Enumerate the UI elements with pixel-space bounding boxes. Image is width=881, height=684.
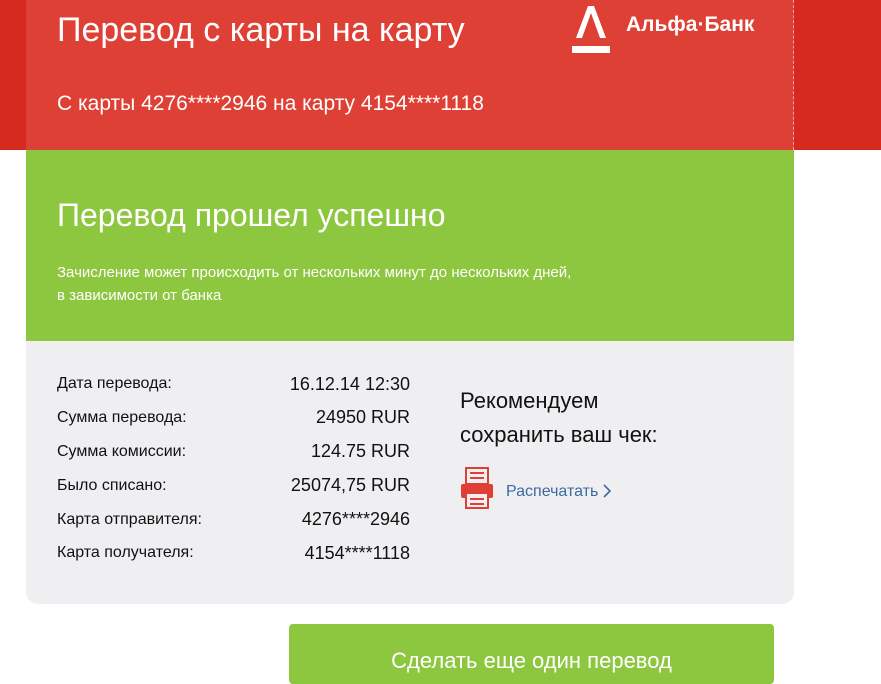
save-receipt-recommendation: Рекомендуем сохранить ваш чек: <box>460 384 740 452</box>
page-title: Перевод с карты на карту <box>57 11 465 49</box>
debited-label: Было списано: <box>57 477 167 494</box>
transfer-amount-value: 24950 RUR <box>315 407 410 427</box>
success-panel <box>26 150 794 341</box>
success-note-line-1: Зачисление может происходить от нескольк… <box>57 264 572 281</box>
commission-value: 124.75 RUR <box>310 441 410 461</box>
printer-icon[interactable] <box>459 466 495 510</box>
success-title: Перевод прошел успешно <box>57 197 446 233</box>
success-note: Зачисление может происходить от нескольк… <box>57 261 657 307</box>
recommend-line-1: Рекомендуем <box>460 388 599 413</box>
transfer-date-value: 16.12.14 12:30 <box>289 374 410 394</box>
commission-label: Сумма комиссии: <box>57 443 187 460</box>
print-receipt-link[interactable]: Распечатать <box>506 482 598 502</box>
recipient-card-value: 4154****1118 <box>304 543 410 563</box>
transfer-cards-subtitle: С карты 4276****2946 на карту 4154****11… <box>57 92 484 115</box>
sender-card-value: 4276****2946 <box>301 509 410 529</box>
alfa-bank-icon <box>572 6 610 53</box>
sender-card-label: Карта отправителя: <box>57 511 202 528</box>
debited-value: 25074,75 RUR <box>290 475 410 495</box>
transfer-amount-label: Сумма перевода: <box>57 409 187 426</box>
transfer-date-label: Дата перевода: <box>57 375 172 392</box>
recipient-card-label: Карта получателя: <box>57 544 194 561</box>
chevron-right-icon[interactable] <box>603 484 611 498</box>
success-note-line-2: в зависимости от банка <box>57 287 222 304</box>
another-transfer-button-label[interactable]: Сделать еще один перевод <box>289 647 774 675</box>
recommend-line-2: сохранить ваш чек: <box>460 422 658 447</box>
bank-logo-text: Альфа·Банк <box>626 13 755 36</box>
card-edge-dashed <box>793 0 794 150</box>
